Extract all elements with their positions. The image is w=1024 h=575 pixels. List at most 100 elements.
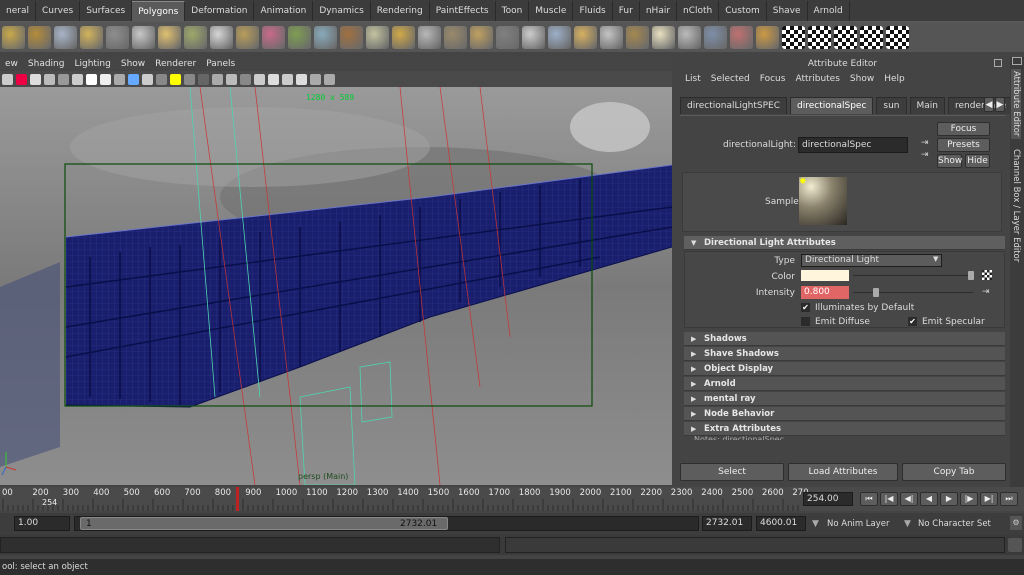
presets-button[interactable]: Presets xyxy=(937,138,990,152)
close-icon[interactable] xyxy=(1012,57,1022,65)
section-shave-shadows[interactable]: ▶ Shave Shadows xyxy=(684,347,1005,361)
viewport-tool-3-icon[interactable] xyxy=(30,73,41,85)
emit-diffuse-checkbox[interactable] xyxy=(801,317,810,326)
color-slider-handle[interactable] xyxy=(968,271,974,280)
ae-menu-show[interactable]: Show xyxy=(845,71,879,87)
checker-icon[interactable] xyxy=(834,25,857,49)
uv-editor-icon[interactable] xyxy=(730,25,753,49)
section-extra-attributes[interactable]: ▶ Extra Attributes xyxy=(684,422,1005,436)
shelf-tab-fur[interactable]: Fur xyxy=(613,1,640,21)
pyramid-icon[interactable] xyxy=(132,25,155,49)
section-node-behavior[interactable]: ▶ Node Behavior xyxy=(684,407,1005,421)
tab-channel-box[interactable]: Channel Box / Layer Editor xyxy=(1011,147,1021,297)
viewport-tool-2-icon[interactable] xyxy=(16,73,27,85)
separate-icon[interactable] xyxy=(444,25,467,49)
color-slider[interactable] xyxy=(853,275,973,276)
go-to-input-icon[interactable]: ⇥ xyxy=(921,138,931,148)
emit-specular-checkbox[interactable]: ✔ xyxy=(908,317,917,326)
viewport-tool-24-icon[interactable] xyxy=(324,73,335,85)
current-time-indicator[interactable] xyxy=(236,487,239,511)
section-shadows[interactable]: ▶ Shadows xyxy=(684,332,1005,346)
ae-tab-main[interactable]: Main xyxy=(909,97,946,114)
time-slider[interactable]: 00 200 300 400 500 600 700 800 900 1000 1100 1200 13… xyxy=(0,487,1024,511)
checker-icon[interactable] xyxy=(860,25,883,49)
wedge-icon[interactable] xyxy=(548,25,571,49)
section-object-display[interactable]: ▶ Object Display xyxy=(684,362,1005,376)
soccer-icon[interactable] xyxy=(210,25,233,49)
step-forward-key-icon[interactable]: ▶| xyxy=(980,492,998,506)
shelf-tab-curves[interactable]: Curves xyxy=(36,1,81,21)
mel-input[interactable] xyxy=(0,537,500,553)
ae-menu-focus[interactable]: Focus xyxy=(755,71,791,87)
focus-button[interactable]: Focus xyxy=(937,122,990,136)
shelf-tab-polygons[interactable]: Polygons xyxy=(132,1,186,21)
viewport-tool-11-icon[interactable] xyxy=(142,73,153,85)
viewport-menu-panels[interactable]: Panels xyxy=(201,57,240,71)
smooth-icon[interactable] xyxy=(470,25,493,49)
viewport-tool-10-icon[interactable] xyxy=(128,73,139,85)
shelf-tab-custom[interactable]: Custom xyxy=(719,1,767,21)
ae-menu-attributes[interactable]: Attributes xyxy=(790,71,844,87)
shelf-tab-arnold[interactable]: Arnold xyxy=(808,1,850,21)
char-set-label[interactable]: No Character Set xyxy=(918,519,991,529)
tab-attribute-editor[interactable]: Attribute Editor xyxy=(1011,69,1021,139)
end-time-field[interactable]: 2732.01 xyxy=(702,516,752,531)
color-swatch[interactable] xyxy=(801,270,849,281)
viewport-tool-17-icon[interactable] xyxy=(226,73,237,85)
viewport-tool-7-icon[interactable] xyxy=(86,73,97,85)
viewport-tool-20-icon[interactable] xyxy=(268,73,279,85)
intensity-slider-handle[interactable] xyxy=(873,288,879,297)
step-back-key-icon[interactable]: |◀ xyxy=(880,492,898,506)
illuminates-checkbox[interactable]: ✔ xyxy=(801,303,810,312)
anim-layer-label[interactable]: No Anim Layer xyxy=(827,519,890,529)
plane-icon[interactable] xyxy=(80,25,103,49)
shelf-tab-fluids[interactable]: Fluids xyxy=(573,1,613,21)
poke-icon[interactable] xyxy=(574,25,597,49)
cone-icon[interactable] xyxy=(54,25,77,49)
shelf-tab-animation[interactable]: Animation xyxy=(254,1,314,21)
ae-menu-list[interactable]: List xyxy=(680,71,706,87)
ae-menu-selected[interactable]: Selected xyxy=(706,71,755,87)
go-to-output-icon[interactable]: ⇥ xyxy=(921,150,931,160)
shelf-tab-toon[interactable]: Toon xyxy=(496,1,530,21)
copy-tab-button[interactable]: Copy Tab xyxy=(902,463,1006,481)
viewport-tool-14-icon[interactable] xyxy=(184,73,195,85)
range-slider-handle[interactable] xyxy=(80,517,448,530)
shelf-tab-nhair[interactable]: nHair xyxy=(640,1,678,21)
intensity-field[interactable]: 0.800 xyxy=(801,286,849,299)
viewport-tool-12-icon[interactable] xyxy=(156,73,167,85)
shelf-tab-shave[interactable]: Shave xyxy=(767,1,808,21)
node-name-field[interactable]: directionalSpec xyxy=(798,137,908,153)
section-arnold[interactable]: ▶ Arnold xyxy=(684,377,1005,391)
start-time-field[interactable]: 1.00 xyxy=(14,516,70,531)
section-mental-ray[interactable]: ▶ mental ray xyxy=(684,392,1005,406)
ae-tab-directionallightspec[interactable]: directionalLightSPEC xyxy=(680,97,788,114)
checker-icon[interactable] xyxy=(808,25,831,49)
reduce-icon[interactable] xyxy=(652,25,675,49)
viewport-tool-8-icon[interactable] xyxy=(100,73,111,85)
viewport-tool-9-icon[interactable] xyxy=(114,73,125,85)
viewport-tool-13-icon[interactable] xyxy=(170,73,181,85)
script-editor-icon[interactable] xyxy=(1008,538,1022,552)
go-to-end-icon[interactable]: ⏭ xyxy=(1000,492,1018,506)
extrude-icon[interactable] xyxy=(236,25,259,49)
step-forward-frame-icon[interactable]: |▶ xyxy=(960,492,978,506)
viewport-menu-show[interactable]: Show xyxy=(116,57,150,71)
combine-icon[interactable] xyxy=(418,25,441,49)
viewport-tool-19-icon[interactable] xyxy=(254,73,265,85)
type-dropdown[interactable]: Directional Light xyxy=(801,254,942,267)
tab-scroll-left[interactable]: ◀ xyxy=(984,97,994,112)
viewport-tool-4-icon[interactable] xyxy=(44,73,55,85)
pipe-icon[interactable] xyxy=(158,25,181,49)
select-button[interactable]: Select xyxy=(680,463,784,481)
shelf-tab-surfaces[interactable]: Surfaces xyxy=(80,1,133,21)
planar-map-icon[interactable] xyxy=(756,25,779,49)
shelf-tab-deformation[interactable]: Deformation xyxy=(185,1,255,21)
load-attributes-button[interactable]: Load Attributes xyxy=(788,463,898,481)
viewport-menu-shading[interactable]: Shading xyxy=(23,57,70,71)
float-icon[interactable] xyxy=(994,59,1002,67)
quadrangulate-icon[interactable] xyxy=(704,25,727,49)
intensity-map-icon[interactable]: ⇥ xyxy=(982,287,990,297)
sculpt-icon[interactable] xyxy=(626,25,649,49)
torus-icon[interactable] xyxy=(106,25,129,49)
